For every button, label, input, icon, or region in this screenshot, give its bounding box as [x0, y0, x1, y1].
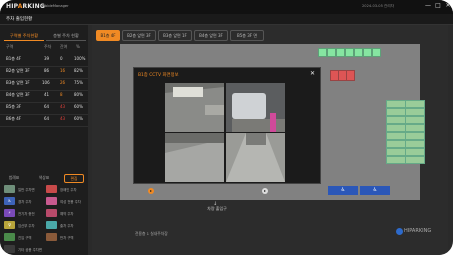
parking-slot[interactable]	[386, 156, 406, 164]
sub-bar: 주차 출입현황	[0, 14, 453, 25]
legend-swatch	[4, 233, 15, 241]
parking-slot[interactable]	[405, 132, 425, 140]
parking-slot[interactable]	[346, 70, 355, 81]
floor-info: 전용층 1 실내주차장	[135, 231, 168, 236]
parking-slot[interactable]	[405, 100, 425, 108]
parking-slot[interactable]	[386, 100, 406, 108]
tab-zone-b3[interactable]: B3층 앞면 1F	[158, 30, 192, 41]
legend-label: 장애인 주차	[60, 188, 77, 192]
legend-label: 임산부 주차	[18, 224, 35, 228]
modal-title: B1층 CCTV 화면정보	[138, 73, 179, 78]
cctv-camera-2[interactable]	[226, 83, 285, 132]
table-header: 구역 주차 잔여 %	[6, 44, 80, 49]
table-row[interactable]: B4층 앞면 3F 41 8 80%	[0, 92, 88, 103]
legend-swatch	[46, 233, 57, 241]
table-row[interactable]: B2층 앞면 3F 86 16 82%	[0, 68, 88, 79]
parking-slot[interactable]	[405, 108, 425, 116]
maximize-button[interactable]: □	[434, 2, 442, 10]
parking-slot[interactable]	[405, 124, 425, 132]
tab-legend[interactable]: 범례표	[4, 174, 24, 181]
parking-slot[interactable]	[386, 108, 406, 116]
title-bar: HIPARKING DubbleManager 2024-03-05 관리자 —…	[0, 0, 453, 14]
parking-slot[interactable]	[386, 140, 406, 148]
parking-slot[interactable]	[386, 148, 406, 156]
legend-swatch: ♀	[4, 221, 15, 229]
parking-slot[interactable]	[386, 116, 406, 124]
legend-label: 일반 주차면	[18, 188, 35, 192]
cctv-modal: B1층 CCTV 화면정보 ✕	[133, 67, 321, 184]
parking-slot[interactable]	[405, 156, 425, 164]
table-row[interactable]: B3층 앞면 1F 106 26 75%	[0, 80, 88, 91]
parking-slot[interactable]	[372, 48, 381, 57]
parking-slot[interactable]	[327, 48, 336, 57]
parking-slot[interactable]	[336, 48, 345, 57]
legend-swatch	[4, 185, 15, 193]
page-title: 주차 출입현황	[6, 17, 33, 22]
legend-swatch	[46, 209, 57, 217]
legend-label: 기타 공용 주차면	[18, 248, 42, 252]
table-row[interactable]: B1층 4F 39 0 100%	[0, 56, 88, 67]
app-subtitle: DubbleManager	[40, 4, 69, 8]
app-window: HIPARKING DubbleManager 2024-03-05 관리자 —…	[0, 0, 453, 255]
parking-slot[interactable]	[405, 116, 425, 124]
table-row[interactable]: B6층 4F 64 43 60%	[0, 116, 88, 127]
legend-label: 예약 주차	[60, 212, 74, 216]
sidebar: 구역별 주차현황 층별 주차 현황 구역 주차 잔여 % B1층 4F 39 0…	[0, 25, 88, 255]
parking-slot[interactable]	[386, 132, 406, 140]
tab-floor-status[interactable]: 층별 주차 현황	[46, 31, 86, 41]
camera-marker-icon[interactable]: ▸	[262, 188, 268, 194]
legend-label: 경차 주차	[18, 200, 32, 204]
legend-swatch: ♿	[4, 197, 15, 205]
cctv-camera-3[interactable]	[165, 133, 224, 182]
brand-logo-icon	[396, 228, 403, 235]
legend-label: 전기차 충전	[18, 212, 35, 216]
table-row[interactable]: B5층 3F 64 43 60%	[0, 104, 88, 115]
accessible-slot[interactable]: ♿	[360, 186, 390, 195]
camera-marker-icon[interactable]: ▸	[148, 188, 154, 194]
cctv-camera-4[interactable]	[226, 133, 285, 182]
brand-name: HIPARKING	[404, 228, 432, 234]
legend-swatch	[4, 245, 15, 253]
parking-slot[interactable]	[354, 48, 363, 57]
legend-swatch: ⚡	[4, 209, 15, 217]
legend-label: 진입 구역	[18, 236, 32, 240]
legend-label: 출차 주차	[60, 224, 74, 228]
tab-zone-b1[interactable]: B1층 4F	[96, 30, 120, 41]
minimize-button[interactable]: —	[424, 2, 432, 10]
parking-slot[interactable]	[345, 48, 354, 57]
tab-zone-b4[interactable]: B4층 앞면 3F	[194, 30, 228, 41]
legend-swatch	[46, 185, 57, 193]
parking-slot[interactable]	[405, 148, 425, 156]
legend-swatch	[46, 197, 57, 205]
legend-swatch	[46, 221, 57, 229]
edit-button[interactable]: 편집	[64, 174, 84, 183]
accessible-slot[interactable]: ♿	[328, 186, 358, 195]
tab-zone-b2[interactable]: B2층 앞면 3F	[122, 30, 156, 41]
cctv-camera-1[interactable]	[165, 83, 224, 132]
legend-label: 만차 구역	[60, 236, 74, 240]
parking-slot[interactable]	[405, 140, 425, 148]
parking-slot[interactable]	[318, 48, 327, 57]
exit-label: 차량 출입구	[207, 206, 227, 211]
close-button[interactable]: ✕	[444, 2, 452, 10]
parking-slot[interactable]	[386, 124, 406, 132]
modal-close-button[interactable]: ✕	[310, 70, 315, 77]
parking-slot[interactable]	[363, 48, 372, 57]
tab-zone-b5[interactable]: B5층 3F 면	[230, 30, 264, 41]
tab-zone-status[interactable]: 구역별 주차현황	[4, 31, 44, 41]
title-info: 2024-03-05 관리자	[362, 4, 394, 8]
legend-label: 여성 전용 주차	[60, 200, 81, 204]
tab-color[interactable]: 색상표	[34, 174, 54, 181]
